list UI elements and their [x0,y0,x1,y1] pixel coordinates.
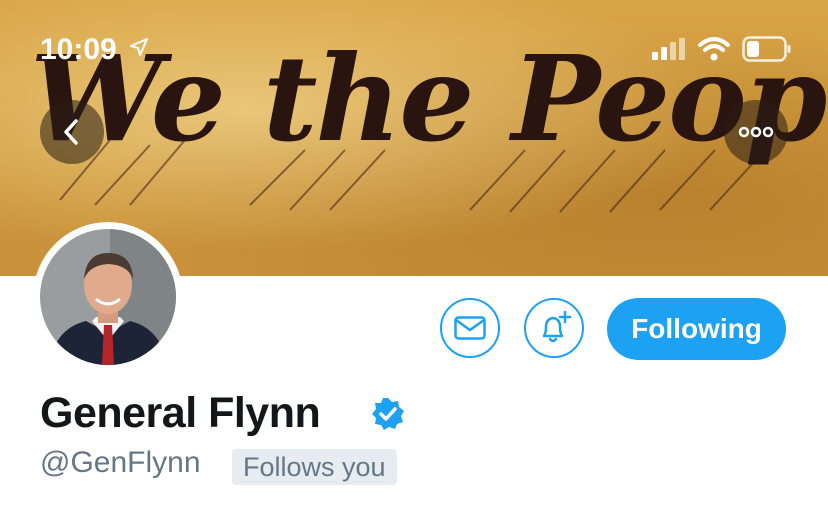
back-button[interactable] [40,100,104,164]
status-time: 10:09 [40,33,149,67]
ellipsis-icon [738,126,774,138]
wifi-icon [698,37,730,61]
display-name: General Flynn [40,389,321,437]
following-button[interactable]: Following [607,298,786,360]
signal-icon [652,38,685,60]
status-icons [652,36,792,62]
chevron-left-icon [64,119,78,145]
handle: @GenFlynn [40,446,201,479]
envelope-icon [454,316,486,340]
more-options-button[interactable] [724,100,788,164]
bell-plus-icon [542,310,572,343]
follows-you-badge: Follows you [232,449,397,485]
avatar-image [40,229,176,365]
message-button[interactable] [440,298,500,358]
verified-badge-icon [372,398,404,430]
location-arrow-icon [130,38,149,56]
battery-icon [742,36,791,62]
avatar[interactable] [40,229,176,365]
notifications-button[interactable] [524,298,584,358]
